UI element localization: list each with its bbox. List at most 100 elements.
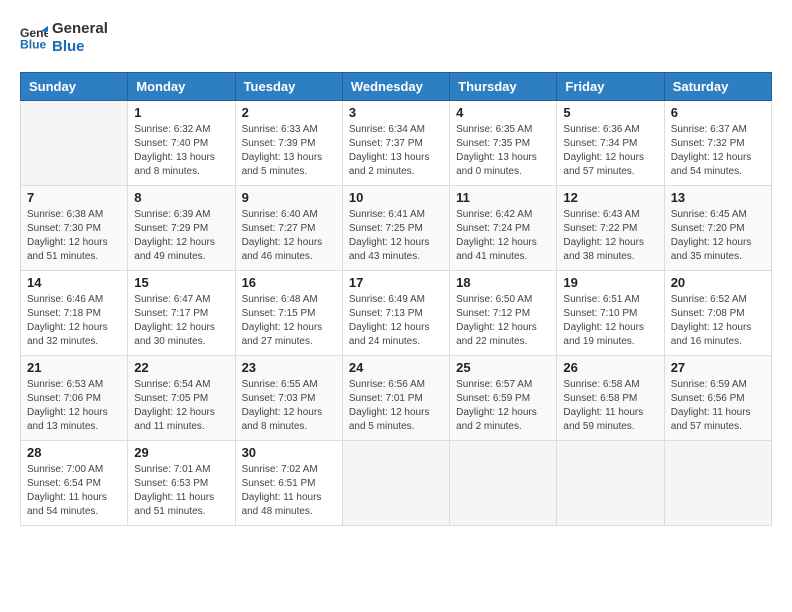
calendar-cell: 12 Sunrise: 6:43 AMSunset: 7:22 PMDayligh… <box>557 186 664 271</box>
day-info: Sunrise: 6:57 AMSunset: 6:59 PMDaylight:… <box>456 378 550 434</box>
calendar-cell: 4 Sunrise: 6:35 AMSunset: 7:35 PMDaylight… <box>450 101 557 186</box>
day-number: 13 <box>671 190 765 205</box>
day-info: Sunrise: 6:34 AMSunset: 7:37 PMDaylight:… <box>349 123 443 179</box>
column-header-friday: Friday <box>557 73 664 101</box>
day-info: Sunrise: 6:46 AMSunset: 7:18 PMDaylight:… <box>27 293 121 349</box>
day-info: Sunrise: 7:02 AMSunset: 6:51 PMDaylight:… <box>242 463 336 519</box>
day-info: Sunrise: 6:42 AMSunset: 7:24 PMDaylight:… <box>456 208 550 264</box>
day-number: 25 <box>456 360 550 375</box>
day-number: 5 <box>563 105 657 120</box>
day-info: Sunrise: 6:41 AMSunset: 7:25 PMDaylight:… <box>349 208 443 264</box>
calendar-cell: 21Sunrise: 6:53 AMSunset: 7:06 PMDayligh… <box>21 356 128 441</box>
day-number: 20 <box>671 275 765 290</box>
day-info: Sunrise: 6:37 AMSunset: 7:32 PMDaylight:… <box>671 123 765 179</box>
calendar-week-2: 7 Sunrise: 6:38 AMSunset: 7:30 PMDaylight… <box>21 186 772 271</box>
calendar-week-3: 14 Sunrise: 6:46 AMSunset: 7:18 PMDayligh… <box>21 271 772 356</box>
calendar-cell: 15 Sunrise: 6:47 AMSunset: 7:17 PMDayligh… <box>128 271 235 356</box>
day-info: Sunrise: 6:32 AMSunset: 7:40 PMDaylight:… <box>134 123 228 179</box>
day-number: 10 <box>349 190 443 205</box>
day-number: 7 <box>27 190 121 205</box>
day-number: 11 <box>456 190 550 205</box>
calendar-cell <box>664 441 771 526</box>
day-info: Sunrise: 6:56 AMSunset: 7:01 PMDaylight:… <box>349 378 443 434</box>
day-info: Sunrise: 6:38 AMSunset: 7:30 PMDaylight:… <box>27 208 121 264</box>
day-number: 15 <box>134 275 228 290</box>
column-header-monday: Monday <box>128 73 235 101</box>
day-number: 16 <box>242 275 336 290</box>
day-number: 21 <box>27 360 121 375</box>
calendar-cell: 8 Sunrise: 6:39 AMSunset: 7:29 PMDaylight… <box>128 186 235 271</box>
day-number: 26 <box>563 360 657 375</box>
calendar-cell <box>450 441 557 526</box>
calendar-cell: 27Sunrise: 6:59 AMSunset: 6:56 PMDayligh… <box>664 356 771 441</box>
day-number: 3 <box>349 105 443 120</box>
day-number: 27 <box>671 360 765 375</box>
column-header-sunday: Sunday <box>21 73 128 101</box>
calendar-cell: 22Sunrise: 6:54 AMSunset: 7:05 PMDayligh… <box>128 356 235 441</box>
day-number: 4 <box>456 105 550 120</box>
calendar-cell: 2 Sunrise: 6:33 AMSunset: 7:39 PMDaylight… <box>235 101 342 186</box>
day-number: 12 <box>563 190 657 205</box>
calendar-cell: 25 Sunrise: 6:57 AMSunset: 6:59 PMDayligh… <box>450 356 557 441</box>
day-number: 9 <box>242 190 336 205</box>
day-number: 29 <box>134 445 228 460</box>
calendar-cell: 9 Sunrise: 6:40 AMSunset: 7:27 PMDaylight… <box>235 186 342 271</box>
calendar-cell: 19 Sunrise: 6:51 AMSunset: 7:10 PMDayligh… <box>557 271 664 356</box>
calendar-week-1: 1 Sunrise: 6:32 AMSunset: 7:40 PMDaylight… <box>21 101 772 186</box>
day-info: Sunrise: 6:39 AMSunset: 7:29 PMDaylight:… <box>134 208 228 264</box>
day-info: Sunrise: 6:55 AMSunset: 7:03 PMDaylight:… <box>242 378 336 434</box>
calendar-cell <box>342 441 449 526</box>
column-header-saturday: Saturday <box>664 73 771 101</box>
calendar-cell: 16 Sunrise: 6:48 AMSunset: 7:15 PMDayligh… <box>235 271 342 356</box>
day-number: 17 <box>349 275 443 290</box>
day-info: Sunrise: 6:52 AMSunset: 7:08 PMDaylight:… <box>671 293 765 349</box>
day-number: 6 <box>671 105 765 120</box>
logo-line1: General <box>52 20 108 38</box>
day-number: 30 <box>242 445 336 460</box>
day-number: 18 <box>456 275 550 290</box>
day-info: Sunrise: 6:45 AMSunset: 7:20 PMDaylight:… <box>671 208 765 264</box>
column-header-wednesday: Wednesday <box>342 73 449 101</box>
logo-line2: Blue <box>52 38 108 56</box>
day-info: Sunrise: 6:43 AMSunset: 7:22 PMDaylight:… <box>563 208 657 264</box>
day-number: 23 <box>242 360 336 375</box>
logo: General Blue General Blue <box>20 20 108 56</box>
calendar-cell: 29 Sunrise: 7:01 AMSunset: 6:53 PMDayligh… <box>128 441 235 526</box>
day-number: 1 <box>134 105 228 120</box>
calendar-week-5: 28 Sunrise: 7:00 AMSunset: 6:54 PMDayligh… <box>21 441 772 526</box>
day-number: 19 <box>563 275 657 290</box>
day-info: Sunrise: 6:50 AMSunset: 7:12 PMDaylight:… <box>456 293 550 349</box>
calendar-week-4: 21Sunrise: 6:53 AMSunset: 7:06 PMDayligh… <box>21 356 772 441</box>
day-info: Sunrise: 6:35 AMSunset: 7:35 PMDaylight:… <box>456 123 550 179</box>
day-info: Sunrise: 7:00 AMSunset: 6:54 PMDaylight:… <box>27 463 121 519</box>
logo-icon: General Blue <box>20 24 48 52</box>
calendar-cell: 7 Sunrise: 6:38 AMSunset: 7:30 PMDaylight… <box>21 186 128 271</box>
day-info: Sunrise: 6:33 AMSunset: 7:39 PMDaylight:… <box>242 123 336 179</box>
calendar-header-row: SundayMondayTuesdayWednesdayThursdayFrid… <box>21 73 772 101</box>
calendar-cell: 28 Sunrise: 7:00 AMSunset: 6:54 PMDayligh… <box>21 441 128 526</box>
day-info: Sunrise: 6:36 AMSunset: 7:34 PMDaylight:… <box>563 123 657 179</box>
day-number: 8 <box>134 190 228 205</box>
day-info: Sunrise: 6:40 AMSunset: 7:27 PMDaylight:… <box>242 208 336 264</box>
calendar-cell: 26 Sunrise: 6:58 AMSunset: 6:58 PMDayligh… <box>557 356 664 441</box>
calendar-cell: 6 Sunrise: 6:37 AMSunset: 7:32 PMDaylight… <box>664 101 771 186</box>
day-info: Sunrise: 6:51 AMSunset: 7:10 PMDaylight:… <box>563 293 657 349</box>
day-info: Sunrise: 6:47 AMSunset: 7:17 PMDaylight:… <box>134 293 228 349</box>
day-number: 28 <box>27 445 121 460</box>
column-header-tuesday: Tuesday <box>235 73 342 101</box>
calendar-cell: 17Sunrise: 6:49 AMSunset: 7:13 PMDayligh… <box>342 271 449 356</box>
day-number: 14 <box>27 275 121 290</box>
svg-text:Blue: Blue <box>20 37 47 51</box>
day-number: 2 <box>242 105 336 120</box>
calendar-cell: 1 Sunrise: 6:32 AMSunset: 7:40 PMDaylight… <box>128 101 235 186</box>
calendar-cell: 23 Sunrise: 6:55 AMSunset: 7:03 PMDayligh… <box>235 356 342 441</box>
calendar-cell: 10 Sunrise: 6:41 AMSunset: 7:25 PMDayligh… <box>342 186 449 271</box>
calendar-cell: 18 Sunrise: 6:50 AMSunset: 7:12 PMDayligh… <box>450 271 557 356</box>
column-header-thursday: Thursday <box>450 73 557 101</box>
calendar-cell <box>21 101 128 186</box>
page-header: General Blue General Blue <box>20 20 772 56</box>
day-info: Sunrise: 6:58 AMSunset: 6:58 PMDaylight:… <box>563 378 657 434</box>
calendar: SundayMondayTuesdayWednesdayThursdayFrid… <box>20 72 772 526</box>
day-info: Sunrise: 6:48 AMSunset: 7:15 PMDaylight:… <box>242 293 336 349</box>
day-info: Sunrise: 7:01 AMSunset: 6:53 PMDaylight:… <box>134 463 228 519</box>
